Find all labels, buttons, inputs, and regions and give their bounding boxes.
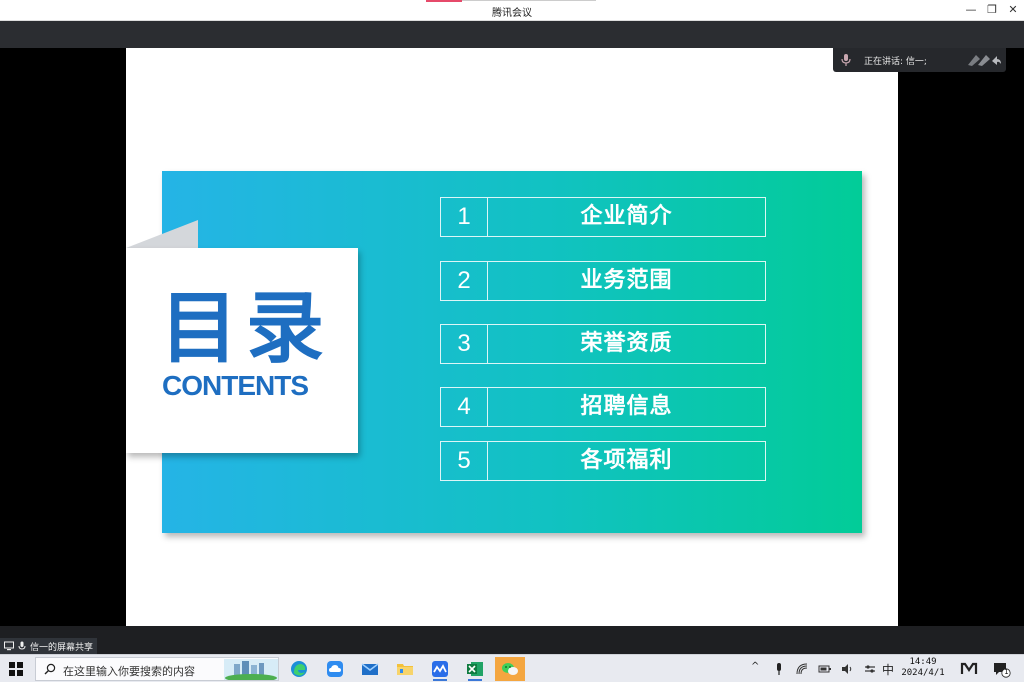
taskbar-search-box[interactable]: 在这里输入你要搜索的内容 — [35, 657, 279, 681]
taskbar-edge[interactable] — [284, 657, 314, 681]
screen-share-icon — [4, 641, 14, 651]
clock-date: 2024/4/1 — [901, 668, 945, 678]
contents-item: 2 业务范围 — [440, 261, 766, 301]
shared-screen-stage: 目录 CONTENTS 1 企业简介 2 业务范围 3 荣誉资质 4 招聘信息 … — [0, 48, 1024, 626]
taskbar-clock[interactable]: 14:49 2024/4/1 — [899, 657, 947, 679]
volume-icon[interactable] — [841, 663, 853, 675]
contents-item-number: 1 — [440, 197, 488, 237]
notification-count: 1 — [1004, 668, 1009, 676]
minimize-button[interactable]: — — [962, 2, 980, 18]
contents-item-label: 业务范围 — [488, 261, 766, 301]
microphone-tray-icon[interactable] — [774, 662, 784, 676]
microphone-icon — [841, 54, 851, 66]
slide-title-card: 目录 CONTENTS — [126, 248, 358, 453]
annotation-controls-icon[interactable] — [964, 52, 1002, 68]
titlebar-divider — [462, 0, 596, 1]
taskbar-tencent-meeting[interactable] — [425, 657, 455, 681]
contents-item: 4 招聘信息 — [440, 387, 766, 427]
network-toggle-icon[interactable] — [864, 663, 876, 675]
contents-item-label: 招聘信息 — [488, 387, 766, 427]
contents-item-label: 各项福利 — [488, 441, 766, 481]
contents-item-number: 3 — [440, 324, 488, 364]
window-titlebar: 腾讯会议 — ❐ ✕ — [0, 0, 1024, 21]
window-title: 腾讯会议 — [492, 8, 532, 19]
search-placeholder: 在这里输入你要搜索的内容 — [63, 665, 195, 678]
windows-taskbar: 在这里输入你要搜索的内容 ^ 中 14:49 2024/4/1 1 — [0, 654, 1024, 682]
contents-item-number: 5 — [440, 441, 488, 481]
tray-overflow-icon[interactable]: ^ — [751, 661, 759, 672]
restore-button[interactable]: ❐ — [983, 2, 1001, 18]
app-running-indicator — [468, 679, 482, 681]
app-running-indicator — [433, 679, 447, 681]
clock-time: 14:49 — [909, 657, 937, 667]
contents-item: 5 各项福利 — [440, 441, 766, 481]
tencent-meeting-icon — [432, 661, 448, 677]
screen-share-badge: 信一的屏幕共享 — [0, 638, 98, 654]
ime-indicator[interactable]: 中 — [882, 661, 894, 678]
contents-item-label: 荣誉资质 — [488, 324, 766, 364]
close-button[interactable]: ✕ — [1004, 2, 1022, 18]
screen-share-label: 信一的屏幕共享 — [30, 642, 94, 653]
share-status-bar — [0, 626, 1024, 654]
taskbar-mail[interactable] — [355, 657, 385, 681]
presentation-slide: 目录 CONTENTS 1 企业简介 2 业务范围 3 荣誉资质 4 招聘信息 … — [126, 48, 898, 626]
slide-subtitle: CONTENTS — [162, 370, 309, 401]
edge-icon — [291, 661, 307, 677]
taskbar-excel[interactable] — [460, 657, 490, 681]
speaking-indicator: 正在讲话: 信一; — [833, 48, 1006, 72]
search-highlight-scene-icon — [224, 659, 278, 680]
taskbar-wechat[interactable] — [495, 657, 525, 681]
wechat-icon — [502, 663, 518, 675]
meeting-toolbar — [0, 21, 1024, 48]
contents-item-number: 2 — [440, 261, 488, 301]
app-tray-logo-icon[interactable] — [960, 661, 978, 677]
cloud-drive-icon — [327, 661, 343, 677]
windows-start-icon[interactable] — [8, 661, 24, 677]
slide-title: 目录 — [160, 284, 333, 374]
taskbar-file-explorer[interactable] — [390, 657, 420, 681]
battery-icon[interactable] — [818, 663, 832, 675]
wifi-icon[interactable] — [796, 663, 808, 675]
contents-item-label: 企业简介 — [488, 197, 766, 237]
contents-item-number: 4 — [440, 387, 488, 427]
titlebar-accent — [426, 0, 462, 2]
contents-item: 3 荣誉资质 — [440, 324, 766, 364]
taskbar-cloud-drive[interactable] — [320, 657, 350, 681]
speaking-label: 正在讲话: 信一; — [864, 57, 927, 67]
card-fold-decoration — [126, 220, 198, 248]
mail-icon — [361, 663, 379, 675]
contents-item: 1 企业简介 — [440, 197, 766, 237]
file-explorer-icon — [397, 664, 413, 675]
search-icon — [44, 663, 56, 675]
microphone-icon — [18, 641, 26, 650]
excel-icon — [467, 662, 483, 676]
